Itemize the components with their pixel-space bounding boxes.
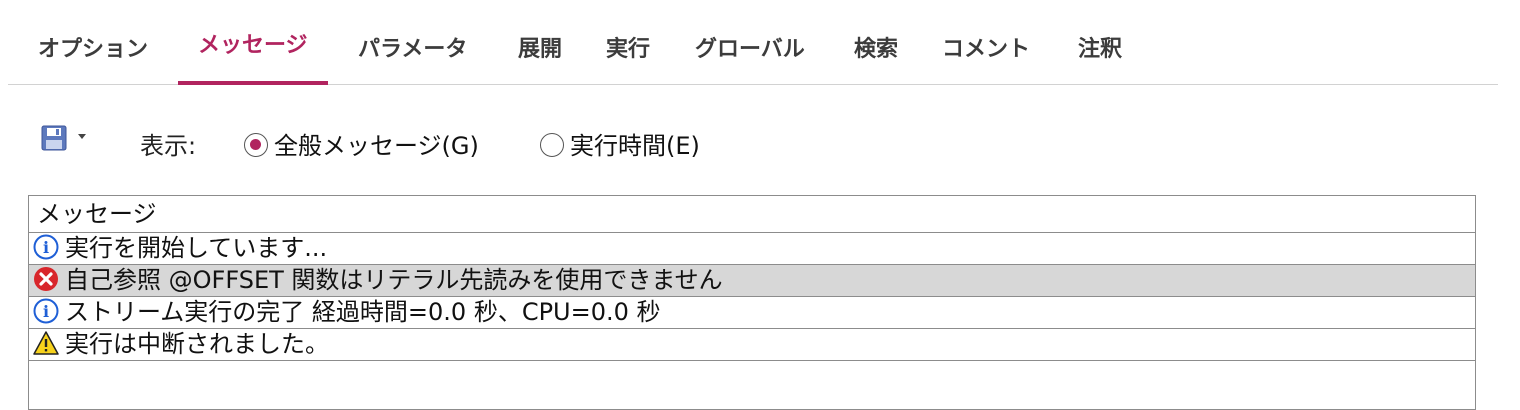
tab-bar: オプション メッセージ パラメータ 展開 実行 グローバル 検索 コメント 注釈 — [8, 0, 1498, 85]
tab-messages[interactable]: メッセージ — [178, 0, 328, 85]
radio-general-label: 全般メッセージ(G) — [274, 132, 479, 160]
warning-icon — [33, 330, 59, 356]
save-button[interactable] — [40, 124, 96, 154]
info-icon: i — [33, 298, 59, 324]
tab-global[interactable]: グローバル — [695, 0, 805, 85]
message-row-selected[interactable]: 自己参照 @OFFSET 関数はリテラル先読みを使用できません — [29, 265, 1475, 297]
message-row[interactable]: i ストリーム実行の完了 経過時間=0.0 秒、CPU=0.0 秒 — [29, 297, 1475, 329]
message-row[interactable]: 実行は中断されました。 — [29, 329, 1475, 361]
error-icon — [33, 266, 59, 292]
svg-text:i: i — [43, 238, 49, 257]
message-column-header[interactable]: メッセージ — [29, 196, 1475, 233]
message-text: 実行を開始しています... — [65, 234, 328, 262]
tab-options[interactable]: オプション — [38, 0, 148, 85]
radio-exec-time-label: 実行時間(E) — [570, 132, 700, 160]
toolbar: 表示: 全般メッセージ(G) 実行時間(E) — [0, 110, 1520, 170]
tab-execute[interactable]: 実行 — [606, 0, 650, 85]
save-disk-icon — [41, 125, 86, 151]
message-list: メッセージ i 実行を開始しています... 自己参照 @OFFSET 関数はリテ… — [28, 195, 1476, 410]
tab-comment[interactable]: コメント — [942, 0, 1030, 85]
tab-search[interactable]: 検索 — [854, 0, 898, 85]
radio-general-messages[interactable]: 全般メッセージ(G) — [244, 126, 479, 160]
info-icon: i — [33, 234, 59, 260]
radio-execution-time[interactable]: 実行時間(E) — [540, 126, 700, 160]
message-row[interactable]: i 実行を開始しています... — [29, 233, 1475, 265]
tab-parameters[interactable]: パラメータ — [358, 0, 467, 85]
message-text: ストリーム実行の完了 経過時間=0.0 秒、CPU=0.0 秒 — [65, 298, 661, 326]
message-text: 自己参照 @OFFSET 関数はリテラル先読みを使用できません — [65, 266, 723, 294]
tab-annotation[interactable]: 注釈 — [1078, 0, 1122, 85]
message-text: 実行は中断されました。 — [65, 330, 329, 358]
svg-text:i: i — [43, 302, 49, 321]
tab-expand[interactable]: 展開 — [518, 0, 562, 85]
radio-button-checked[interactable] — [244, 133, 268, 157]
view-label: 表示: — [140, 132, 197, 160]
radio-button-unchecked[interactable] — [540, 133, 564, 157]
